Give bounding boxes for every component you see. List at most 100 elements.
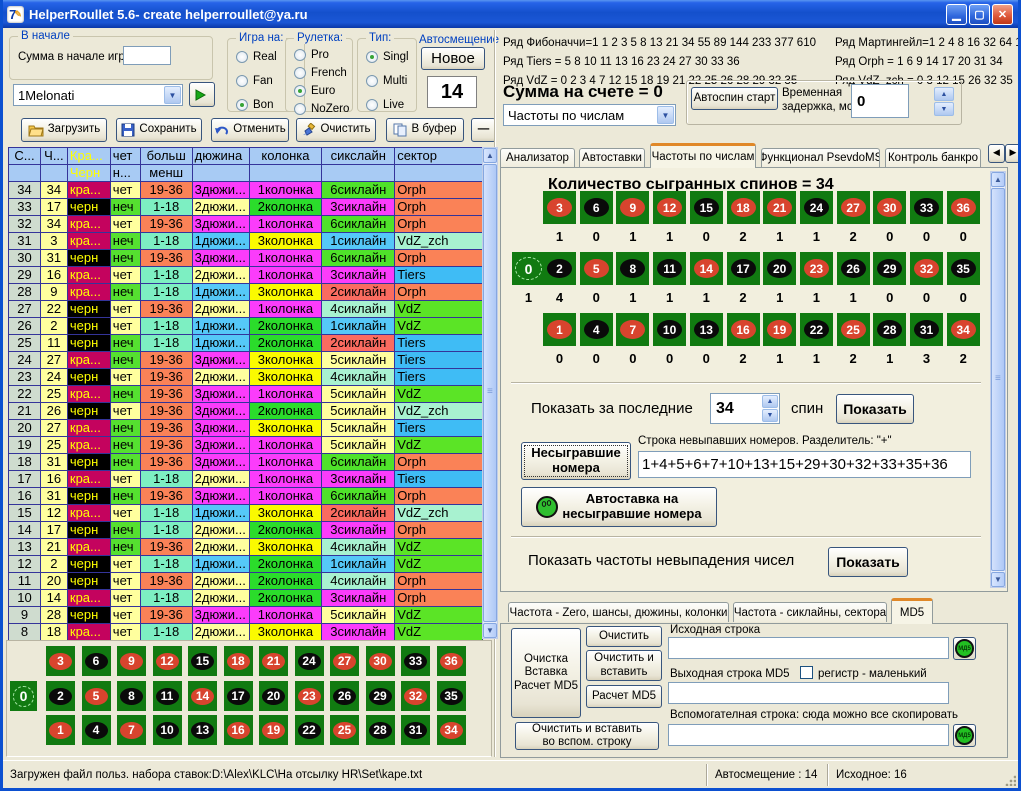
scrollbar-track[interactable]: ▲▼ [482, 147, 498, 639]
md5-clear-button[interactable]: Очистить [586, 626, 662, 647]
radio-option-bon[interactable]: Bon [236, 99, 273, 111]
tab-2[interactable]: Автоставки [579, 148, 645, 167]
scrollbar-track[interactable]: ▲▼ [990, 171, 1006, 588]
number-cell-5[interactable]: 5 [82, 681, 111, 711]
spin-up-icon[interactable]: ▲ [762, 395, 778, 408]
number-cell-36[interactable]: 36 [437, 646, 466, 676]
number-cell-25[interactable]: 25 [330, 715, 359, 745]
number-cell-9[interactable]: 9 [117, 646, 146, 676]
radio-icon[interactable] [294, 67, 306, 79]
number-cell-1[interactable]: 1 [46, 715, 75, 745]
tab-3[interactable]: Частоты по числам [650, 143, 756, 168]
number-cell-30[interactable]: 30 [366, 646, 395, 676]
preset-combo[interactable]: 1Melonati ▼ [13, 84, 183, 106]
number-cell-14[interactable]: 14 [188, 681, 217, 711]
radio-icon[interactable] [366, 51, 378, 63]
tab-5[interactable]: Контроль банкро [885, 148, 981, 167]
bottom-tab-3[interactable]: MD5 [891, 598, 933, 624]
mode-combo[interactable]: Частоты по числам ▼ [503, 104, 676, 126]
show-last-button[interactable]: Показать [836, 394, 914, 424]
spin-down-icon[interactable]: ▼ [762, 409, 778, 422]
tab-4[interactable]: Функционал PsevdoMS [761, 148, 880, 167]
bottom-tab-2[interactable]: Частота - сиклайны, сектора [733, 602, 887, 622]
radio-option-nozero[interactable]: NoZero [294, 103, 349, 115]
md5-run-aux-button[interactable]: МД5 [953, 724, 976, 747]
tab-1[interactable]: Анализатор [500, 148, 575, 167]
number-cell-6[interactable]: 6 [82, 646, 111, 676]
number-cell-22[interactable]: 22 [295, 715, 324, 745]
minimize-icon[interactable]: ▁ [946, 4, 967, 25]
show-last-spinner[interactable]: 34 ▲ ▼ [710, 393, 780, 424]
spin-up-icon[interactable]: ▲ [934, 87, 954, 101]
close-icon[interactable]: ✕ [992, 4, 1013, 25]
resize-grip[interactable] [1004, 774, 1016, 786]
maximize-icon[interactable]: ▢ [969, 4, 990, 25]
autospin-start-button[interactable]: Автоспин старт [691, 87, 778, 110]
radio-icon[interactable] [236, 75, 248, 87]
radio-option-multi[interactable]: Multi [366, 75, 407, 87]
scroll-down-icon[interactable]: ▼ [483, 623, 497, 638]
md5-clear-paste-aux-button[interactable]: Очистить и вставить во вспом. строку [515, 722, 659, 750]
number-cell-19[interactable]: 19 [259, 715, 288, 745]
scroll-down-icon[interactable]: ▼ [991, 572, 1005, 587]
radio-icon[interactable] [236, 51, 248, 63]
number-cell-16[interactable]: 16 [224, 715, 253, 745]
number-cell-3[interactable]: 3 [46, 646, 75, 676]
scrollbar-thumb[interactable] [483, 164, 497, 622]
number-cell-32[interactable]: 32 [401, 681, 430, 711]
chevron-down-icon[interactable]: ▼ [164, 86, 181, 104]
md5-big-button[interactable]: Очистка Вставка Расчет MD5 [511, 628, 581, 718]
nofall-show-button[interactable]: Показать [828, 547, 908, 577]
number-cell-31[interactable]: 31 [401, 715, 430, 745]
chevron-down-icon[interactable]: ▼ [657, 106, 674, 124]
radio-option-singl[interactable]: Singl [366, 51, 409, 63]
autoshift-new-button[interactable]: Новое [421, 47, 485, 70]
radio-icon[interactable] [294, 85, 306, 97]
md5-calc-button[interactable]: Расчет MD5 [586, 685, 662, 708]
radio-option-euro[interactable]: Euro [294, 85, 335, 97]
radio-option-pro[interactable]: Pro [294, 49, 329, 61]
register-checkbox[interactable] [800, 666, 813, 679]
missed-string-input[interactable] [638, 451, 971, 478]
radio-icon[interactable] [366, 75, 378, 87]
number-cell-18[interactable]: 18 [224, 646, 253, 676]
number-cell-10[interactable]: 10 [153, 715, 182, 745]
missed-numbers-button[interactable]: Несыгравшие номера [521, 442, 631, 480]
scroll-up-icon[interactable]: ▲ [991, 172, 1005, 187]
zero-cell[interactable]: 0 [10, 681, 37, 711]
number-cell-21[interactable]: 21 [259, 646, 288, 676]
number-cell-15[interactable]: 15 [188, 646, 217, 676]
scrollbar-thumb[interactable] [991, 188, 1005, 571]
md5-output-input[interactable] [668, 682, 949, 704]
number-cell-13[interactable]: 13 [188, 715, 217, 745]
number-cell-23[interactable]: 23 [295, 681, 324, 711]
number-cell-12[interactable]: 12 [153, 646, 182, 676]
number-cell-28[interactable]: 28 [366, 715, 395, 745]
toolbar-button-4[interactable]: Очистить [296, 118, 376, 142]
start-sum-input[interactable] [123, 46, 171, 65]
number-cell-11[interactable]: 11 [153, 681, 182, 711]
number-cell-2[interactable]: 2 [46, 681, 75, 711]
bottom-tab-1[interactable]: Частота - Zero, шансы, дюжины, колонки [508, 602, 729, 622]
number-cell-7[interactable]: 7 [117, 715, 146, 745]
autobet-missed-button[interactable]: Автоставка на несыгравшие номера [521, 487, 717, 527]
radio-option-live[interactable]: Live [366, 99, 404, 111]
radio-icon[interactable] [294, 103, 306, 115]
toolbar-button-2[interactable]: Сохранить [116, 118, 202, 142]
radio-option-fan[interactable]: Fan [236, 75, 273, 87]
number-cell-27[interactable]: 27 [330, 646, 359, 676]
md5-aux-input[interactable] [668, 724, 949, 746]
tab-scroll-right-icon[interactable]: ► [1005, 144, 1021, 163]
number-cell-34[interactable]: 34 [437, 715, 466, 745]
scroll-up-icon[interactable]: ▲ [483, 148, 497, 163]
number-cell-29[interactable]: 29 [366, 681, 395, 711]
radio-icon[interactable] [366, 99, 378, 111]
number-cell-4[interactable]: 4 [82, 715, 111, 745]
spin-down-icon[interactable]: ▼ [934, 102, 954, 116]
number-cell-26[interactable]: 26 [330, 681, 359, 711]
number-cell-33[interactable]: 33 [401, 646, 430, 676]
number-cell-20[interactable]: 20 [259, 681, 288, 711]
md5-run-button[interactable]: МД5 [953, 637, 976, 660]
toolbar-button-6[interactable]: — [471, 118, 496, 142]
toolbar-button-5[interactable]: В буфер [386, 118, 464, 142]
